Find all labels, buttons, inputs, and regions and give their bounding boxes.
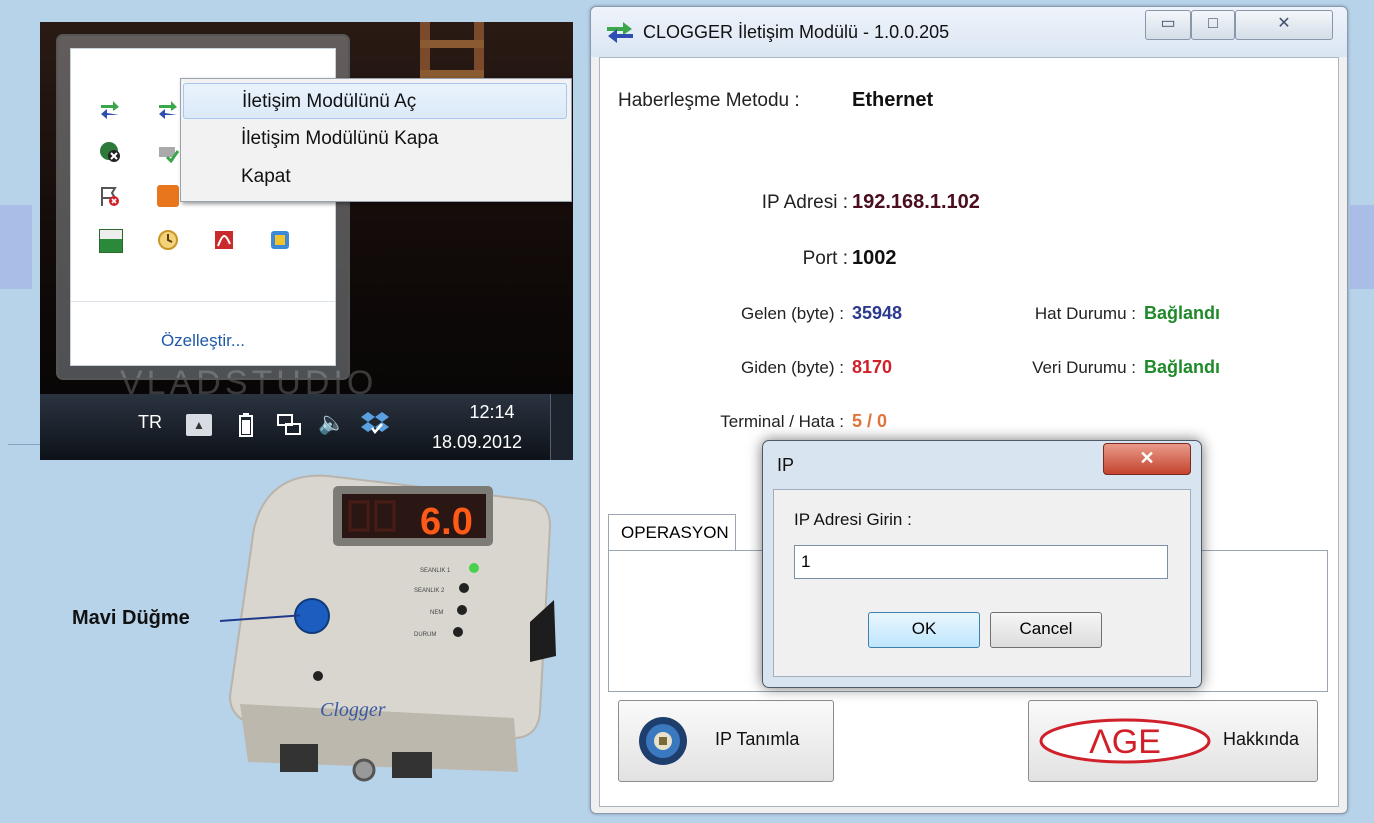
clogger-arrows-icon[interactable] xyxy=(157,97,179,119)
ip-address-input[interactable] xyxy=(794,545,1168,579)
age-logo-text: ΛGE xyxy=(1089,723,1161,761)
clogger-device-photo: 6.0 SEANLIK 1 SEANLIK 2 NEM DURUM Clogge… xyxy=(228,474,556,782)
dialog-body: IP Adresi Girin : OK Cancel xyxy=(773,489,1191,677)
dialog-title: IP xyxy=(777,455,795,475)
menu-item-open-module[interactable]: İletişim Modülünü Aç xyxy=(183,83,567,119)
divider xyxy=(8,444,40,445)
window-client-area: Haberleşme Metodu : Ethernet IP Adresi :… xyxy=(599,57,1339,807)
ip-prompt-label: IP Adresi Girin : xyxy=(794,510,912,529)
received-value: 35948 xyxy=(852,303,903,323)
device-annotation-label: Mavi Düğme xyxy=(72,607,190,629)
network-disconnected-icon[interactable] xyxy=(99,141,121,163)
right-side-tab xyxy=(1350,205,1374,289)
app-icon[interactable] xyxy=(99,229,123,253)
led-label-4: DURUM xyxy=(414,632,436,638)
method-value: Ethernet xyxy=(852,89,934,111)
ip-dialog: IP ✕ IP Adresi Girin : OK Cancel xyxy=(762,440,1202,688)
acrobat-icon[interactable] xyxy=(213,229,235,251)
close-button[interactable]: ✕ xyxy=(1235,10,1333,40)
java-icon[interactable] xyxy=(157,185,179,207)
taskbar: TR ▲ 🔈 12:14 18.09.2012 xyxy=(40,394,573,460)
about-button[interactable]: ΛGE Hakkında xyxy=(1028,700,1318,782)
ok-button[interactable]: OK xyxy=(868,612,980,648)
about-label: Hakkında xyxy=(1223,729,1300,749)
sent-value: 8170 xyxy=(852,357,893,377)
minimize-button[interactable]: ▭ xyxy=(1145,10,1191,40)
volume-icon[interactable]: 🔈 xyxy=(318,410,345,436)
port-value: 1002 xyxy=(852,247,897,269)
menu-item-close-module[interactable]: İletişim Modülünü Kapa xyxy=(183,121,567,157)
show-hidden-icons-button[interactable]: ▲ xyxy=(186,414,212,436)
divider xyxy=(71,301,335,302)
data-status-label: Veri Durumu : xyxy=(1032,358,1136,377)
device-brand: Clogger xyxy=(320,699,386,721)
dialog-close-button[interactable]: ✕ xyxy=(1103,443,1191,475)
show-desktop-button[interactable] xyxy=(550,394,573,460)
device-display-digits: 6.0 xyxy=(420,501,473,543)
data-status-value: Bağlandı xyxy=(1144,357,1221,377)
sent-label: Giden (byte) : xyxy=(741,358,844,377)
method-label: Haberleşme Metodu : xyxy=(618,90,800,111)
clock-icon[interactable] xyxy=(157,229,179,251)
window-title: CLOGGER İletişim Modülü - 1.0.0.205 xyxy=(643,22,950,42)
ip-define-label: IP Tanımla xyxy=(715,729,800,749)
title-bar[interactable]: CLOGGER İletişim Modülü - 1.0.0.205 ▭ □ … xyxy=(591,7,1347,57)
ip-value: 192.168.1.102 xyxy=(852,191,980,213)
app-arrows-icon xyxy=(607,22,633,43)
line-status-value: Bağlandı xyxy=(1144,303,1221,323)
ip-label: IP Adresi : xyxy=(761,192,848,213)
menu-item-exit[interactable]: Kapat xyxy=(183,159,567,195)
led-label-3: NEM xyxy=(430,610,443,616)
terminal-label: Terminal / Hata : xyxy=(720,412,844,431)
cancel-button[interactable]: Cancel xyxy=(990,612,1102,648)
network-globe-icon xyxy=(639,717,687,765)
clock-time[interactable]: 12:14 xyxy=(452,402,532,423)
clogger-arrows-icon[interactable] xyxy=(99,97,121,119)
maximize-button[interactable]: □ xyxy=(1191,10,1235,40)
received-label: Gelen (byte) : xyxy=(741,304,844,323)
tab-operasyon[interactable]: OPERASYON xyxy=(608,514,736,550)
dropbox-icon[interactable] xyxy=(360,410,390,438)
blue-button xyxy=(294,598,330,634)
terminal-value: 5 / 0 xyxy=(852,411,888,431)
port-label: Port : xyxy=(802,248,848,269)
language-indicator[interactable]: TR xyxy=(138,412,162,433)
app-icon[interactable] xyxy=(269,229,291,251)
led-label-1: SEANLIK 1 xyxy=(420,568,451,574)
network-icon[interactable] xyxy=(276,412,304,438)
action-center-flag-icon[interactable] xyxy=(99,185,121,207)
safely-remove-icon[interactable] xyxy=(157,141,179,163)
customize-link[interactable]: Özelleştir... xyxy=(71,331,335,351)
tray-context-menu: İletişim Modülünü Aç İletişim Modülünü K… xyxy=(180,78,572,202)
left-side-tab xyxy=(0,205,32,289)
clock-date[interactable]: 18.09.2012 xyxy=(422,432,532,453)
led-label-2: SEANLIK 2 xyxy=(414,588,445,594)
age-logo: ΛGE xyxy=(1039,718,1211,764)
desktop-screenshot: VLADSTUDIO Özelleştir... İletişim Modülü… xyxy=(40,22,573,460)
clogger-window: CLOGGER İletişim Modülü - 1.0.0.205 ▭ □ … xyxy=(590,6,1348,814)
battery-icon[interactable] xyxy=(238,412,254,438)
line-status-label: Hat Durumu : xyxy=(1034,304,1136,323)
ip-define-button[interactable]: IP Tanımla xyxy=(618,700,834,782)
